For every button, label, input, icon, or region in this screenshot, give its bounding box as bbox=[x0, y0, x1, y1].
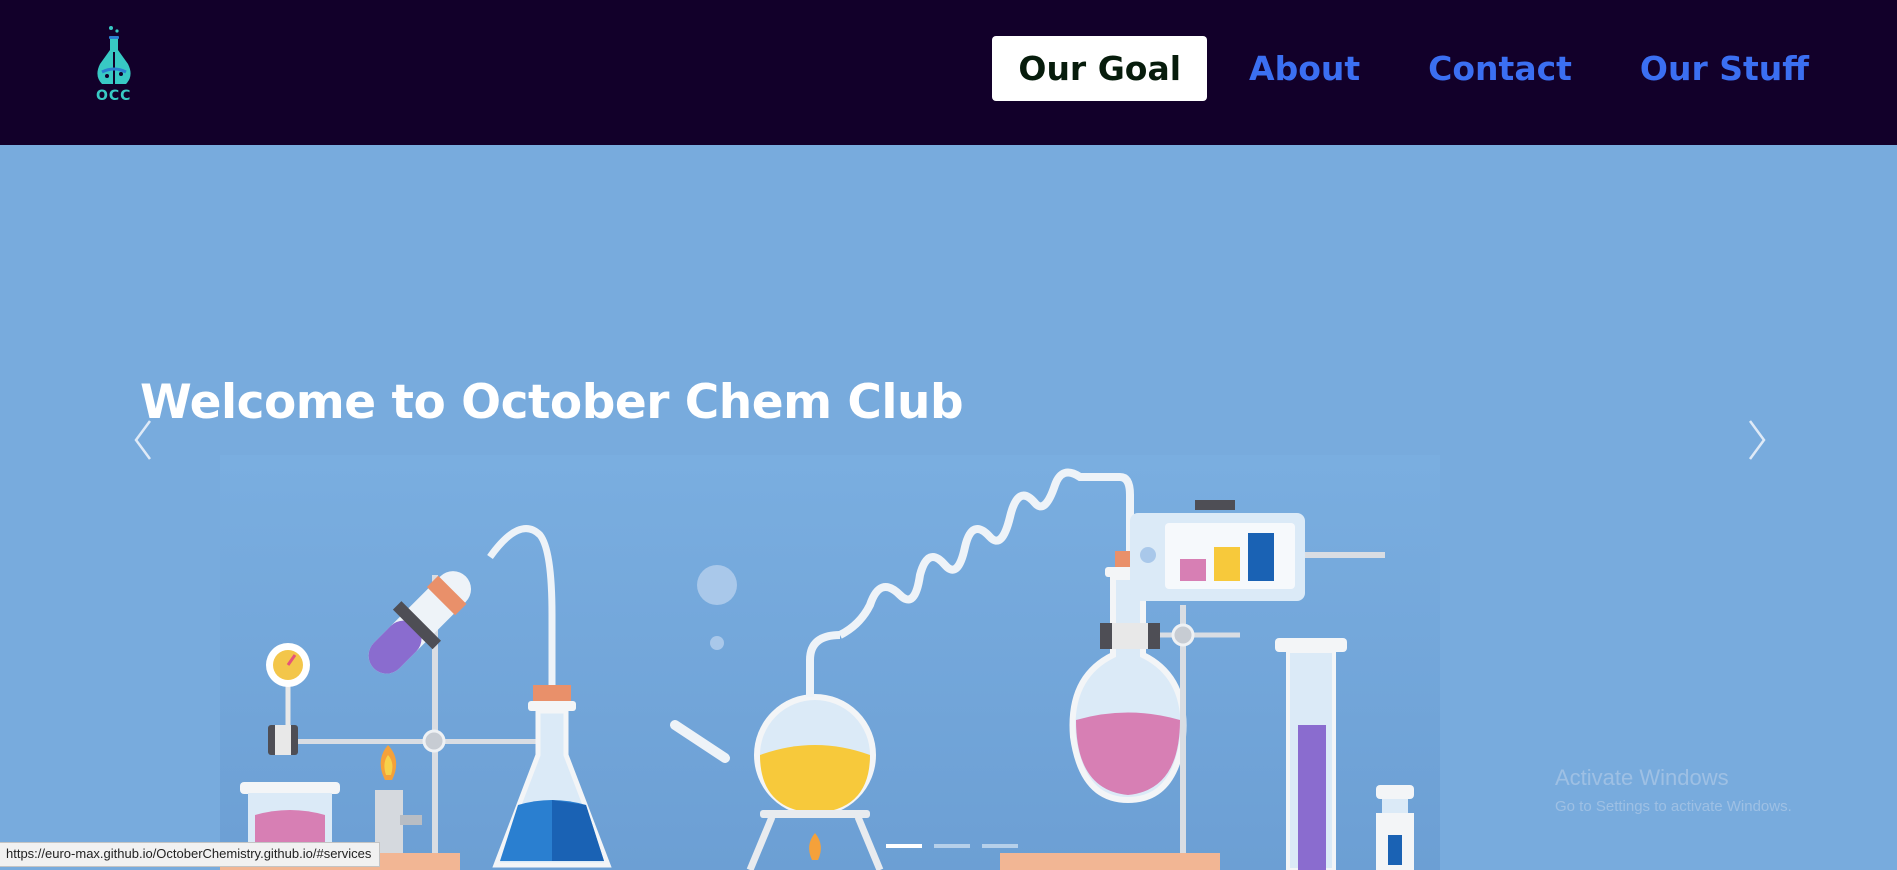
chevron-left-icon[interactable] bbox=[128, 415, 158, 465]
carousel-indicators bbox=[886, 844, 1018, 848]
navbar: OCC Our Goal About Contact Our Stuff bbox=[0, 0, 1897, 145]
carousel-indicator-3[interactable] bbox=[982, 844, 1018, 848]
chemistry-lab-illustration bbox=[220, 455, 1440, 870]
watermark-subtitle: Go to Settings to activate Windows. bbox=[1555, 798, 1792, 815]
hero-carousel: Welcome to October Chem Club Activate Wi… bbox=[0, 145, 1897, 870]
nav-link-about[interactable]: About bbox=[1223, 36, 1386, 101]
carousel-indicator-2[interactable] bbox=[934, 844, 970, 848]
watermark-title: Activate Windows bbox=[1555, 765, 1729, 790]
nav-links: Our Goal About Contact Our Stuff bbox=[992, 36, 1835, 101]
hero-title: Welcome to October Chem Club bbox=[140, 375, 964, 430]
logo-text: OCC bbox=[96, 88, 132, 104]
nav-link-contact[interactable]: Contact bbox=[1402, 36, 1598, 101]
carousel-indicator-1[interactable] bbox=[886, 844, 922, 848]
nav-link-our-stuff[interactable]: Our Stuff bbox=[1614, 36, 1835, 101]
chevron-right-icon[interactable] bbox=[1742, 415, 1772, 465]
status-bar-url: https://euro-max.github.io/OctoberChemis… bbox=[0, 842, 381, 867]
activate-windows-watermark: Activate Windows Go to Settings to activ… bbox=[1555, 765, 1792, 815]
nav-link-our-goal[interactable]: Our Goal bbox=[992, 36, 1208, 101]
